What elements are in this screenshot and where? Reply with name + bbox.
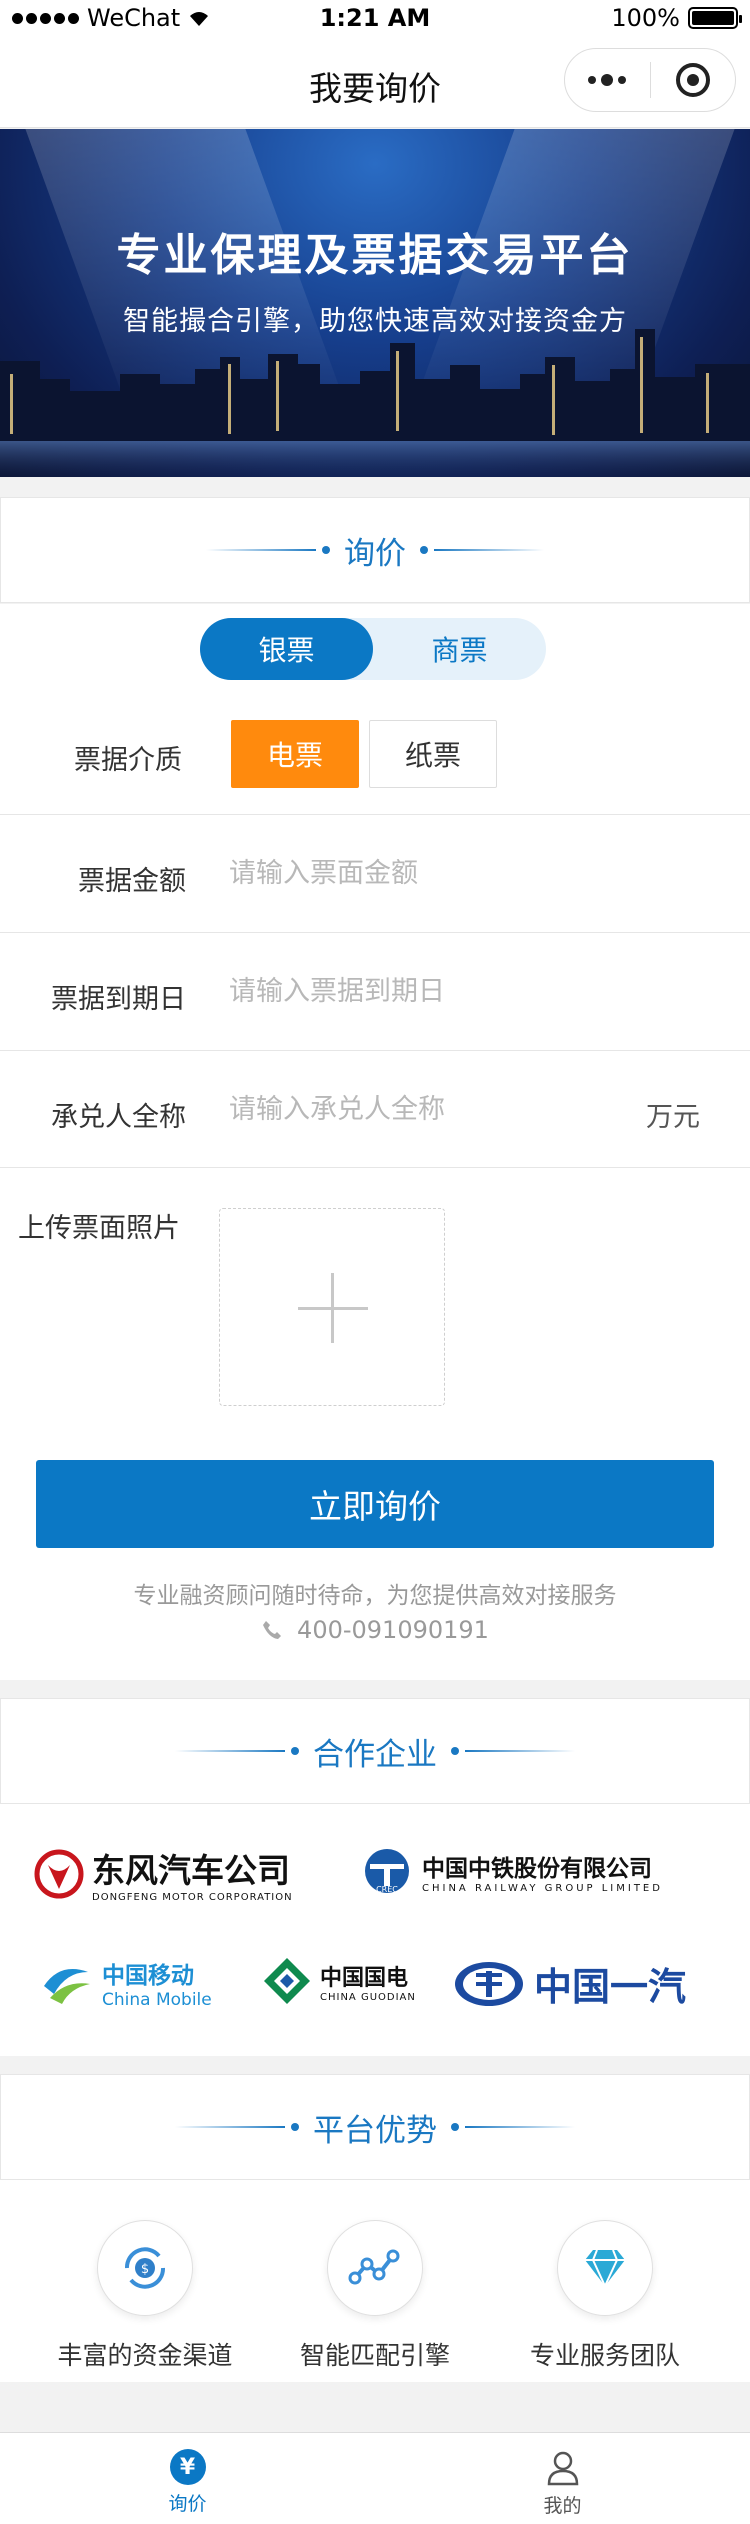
svg-text:CREC: CREC <box>376 1885 398 1894</box>
amount-unit: 万元 <box>646 1102 700 1133</box>
tab-mine[interactable]: 我的 <box>375 2433 750 2524</box>
battery-percent: 100% <box>611 4 680 32</box>
dongfeng-english: DONGFENG MOTOR CORPORATION <box>92 1892 293 1903</box>
tab-label: 我的 <box>543 2495 582 2517</box>
advantage-icon-circle <box>327 2220 423 2316</box>
money-cycle-icon: $ <box>124 2247 166 2289</box>
china-railway-logo: CREC 中国中铁股份有限公司 CHINA RAILWAY GROUP LIMI… <box>360 1846 663 1896</box>
advantage-item: $ 丰富的资金渠道 <box>30 2220 260 2372</box>
upload-label: 上传票面照片 <box>18 1213 180 1244</box>
title-decoration-right <box>451 2123 575 2131</box>
china-railway-english: CHINA RAILWAY GROUP LIMITED <box>422 1882 663 1894</box>
plus-icon-bar <box>298 1307 368 1310</box>
battery-group: 100% <box>611 4 742 32</box>
hotline[interactable]: 400-091090191 <box>0 1616 750 1644</box>
inquiry-form: 银票 商票 票据介质 电票 纸票 票据金额 票据到期日 承兑人全称 万元 上传票… <box>0 604 750 1680</box>
acceptor-field-row: 承兑人全称 万元 <box>0 1050 750 1168</box>
title-decoration-right <box>451 1747 575 1755</box>
hotline-number: 400-091090191 <box>297 1616 489 1644</box>
faw-name: 中国一汽 <box>534 1965 687 2009</box>
inquiry-section-title: 询价 <box>344 535 406 572</box>
mini-program-capsule <box>564 48 736 112</box>
china-guodian-name: 中国国电 <box>320 1965 409 1991</box>
medium-option-electronic[interactable]: 电票 <box>231 720 359 788</box>
china-mobile-name: 中国移动 <box>102 1963 194 1989</box>
partners-section-title: 合作企业 <box>313 1736 437 1773</box>
bill-type-toggle: 银票 商票 <box>200 618 546 680</box>
partner-logos: 东风汽车公司 DONGFENG MOTOR CORPORATION CREC 中… <box>0 1804 750 2056</box>
medium-option-paper[interactable]: 纸票 <box>369 720 497 788</box>
faw-logo: 中国一汽 <box>452 1956 686 2011</box>
china-guodian-english: CHINA GUODIAN <box>320 1991 416 2003</box>
advantage-icon-circle: $ <box>97 2220 193 2316</box>
china-railway-name: 中国中铁股份有限公司 <box>422 1855 652 1882</box>
advantage-label: 专业服务团队 <box>529 2341 680 2370</box>
china-mobile-emblem-icon <box>44 1969 90 2004</box>
city-skyline-image <box>0 329 750 477</box>
svg-text:$: $ <box>141 2262 149 2277</box>
service-hint: 专业融资顾问随时待命，为您提供高效对接服务 <box>133 1583 617 1609</box>
china-guodian-logo: 中国国电 CHINA GUODIAN <box>262 1956 416 2006</box>
page: WeChat 1:21 AM 100% 我要询价 专业保理及票据交易平台 智能撮 <box>0 0 750 2524</box>
due-date-field-row: 票据到期日 <box>0 932 750 1050</box>
dongfeng-name: 东风汽车公司 <box>92 1851 290 1890</box>
phone-icon <box>263 1621 282 1639</box>
china-railway-emblem-icon: CREC <box>365 1849 409 1894</box>
network-nodes-icon <box>348 2249 400 2285</box>
advantage-label: 智能匹配引擎 <box>299 2341 450 2370</box>
yen-icon: ¥ <box>169 2449 206 2485</box>
china-mobile-english: China Mobile <box>102 1990 212 2010</box>
tab-label: 询价 <box>168 2493 207 2515</box>
partners-section-header: 合作企业 <box>0 1698 750 1804</box>
acceptor-label: 承兑人全称 <box>51 1102 186 1133</box>
target-icon <box>675 63 710 97</box>
diamond-icon <box>585 2249 625 2289</box>
amount-label: 票据金额 <box>78 866 186 897</box>
close-mini-program-button[interactable] <box>651 63 736 97</box>
acceptor-input[interactable] <box>229 1091 609 1127</box>
nav-bar: 我要询价 <box>0 40 750 128</box>
title-decoration-left <box>175 1747 299 1755</box>
dongfeng-logo: 东风汽车公司 DONGFENG MOTOR CORPORATION <box>34 1844 293 1903</box>
dongfeng-emblem-icon <box>34 1849 84 1898</box>
advantages-section-title: 平台优势 <box>313 2112 437 2149</box>
bill-type-option-bank[interactable]: 银票 <box>200 618 373 680</box>
status-bar: WeChat 1:21 AM 100% <box>0 0 750 40</box>
advantage-icon-circle <box>557 2220 653 2316</box>
hero-banner: 专业保理及票据交易平台 智能撮合引擎，助您快速高效对接资金方 <box>0 129 750 477</box>
china-guodian-emblem-icon <box>264 1958 310 2004</box>
advantage-label: 丰富的资金渠道 <box>57 2341 233 2370</box>
bottom-tab-bar: ¥ 询价 我的 <box>0 2432 750 2524</box>
advantages-section-header: 平台优势 <box>0 2074 750 2180</box>
tab-inquiry[interactable]: ¥ 询价 <box>0 2433 375 2524</box>
medium-label: 票据介质 <box>74 745 182 776</box>
advantage-item: 专业服务团队 <box>490 2220 720 2372</box>
title-decoration-left <box>175 2123 299 2131</box>
china-mobile-logo: 中国移动 China Mobile <box>40 1956 212 2010</box>
advantage-list: $ 丰富的资金渠道 智能匹配引擎 专业服务团队 <box>0 2180 750 2382</box>
advantage-item: 智能匹配引擎 <box>260 2220 490 2372</box>
due-date-input[interactable] <box>229 973 609 1009</box>
faw-emblem-icon <box>455 1961 523 2006</box>
submit-inquiry-button[interactable]: 立即询价 <box>36 1460 714 1548</box>
more-menu-button[interactable] <box>565 74 650 86</box>
battery-icon <box>688 7 742 29</box>
amount-input[interactable] <box>229 855 609 891</box>
due-date-label: 票据到期日 <box>51 984 186 1015</box>
title-decoration-left <box>206 546 330 554</box>
upload-photo-button[interactable] <box>219 1208 445 1406</box>
amount-field-row: 票据金额 <box>0 814 750 932</box>
inquiry-section-header: 询价 <box>0 497 750 603</box>
title-decoration-right <box>420 546 544 554</box>
bill-type-option-commercial[interactable]: 商票 <box>373 618 546 680</box>
user-icon <box>547 2451 578 2486</box>
